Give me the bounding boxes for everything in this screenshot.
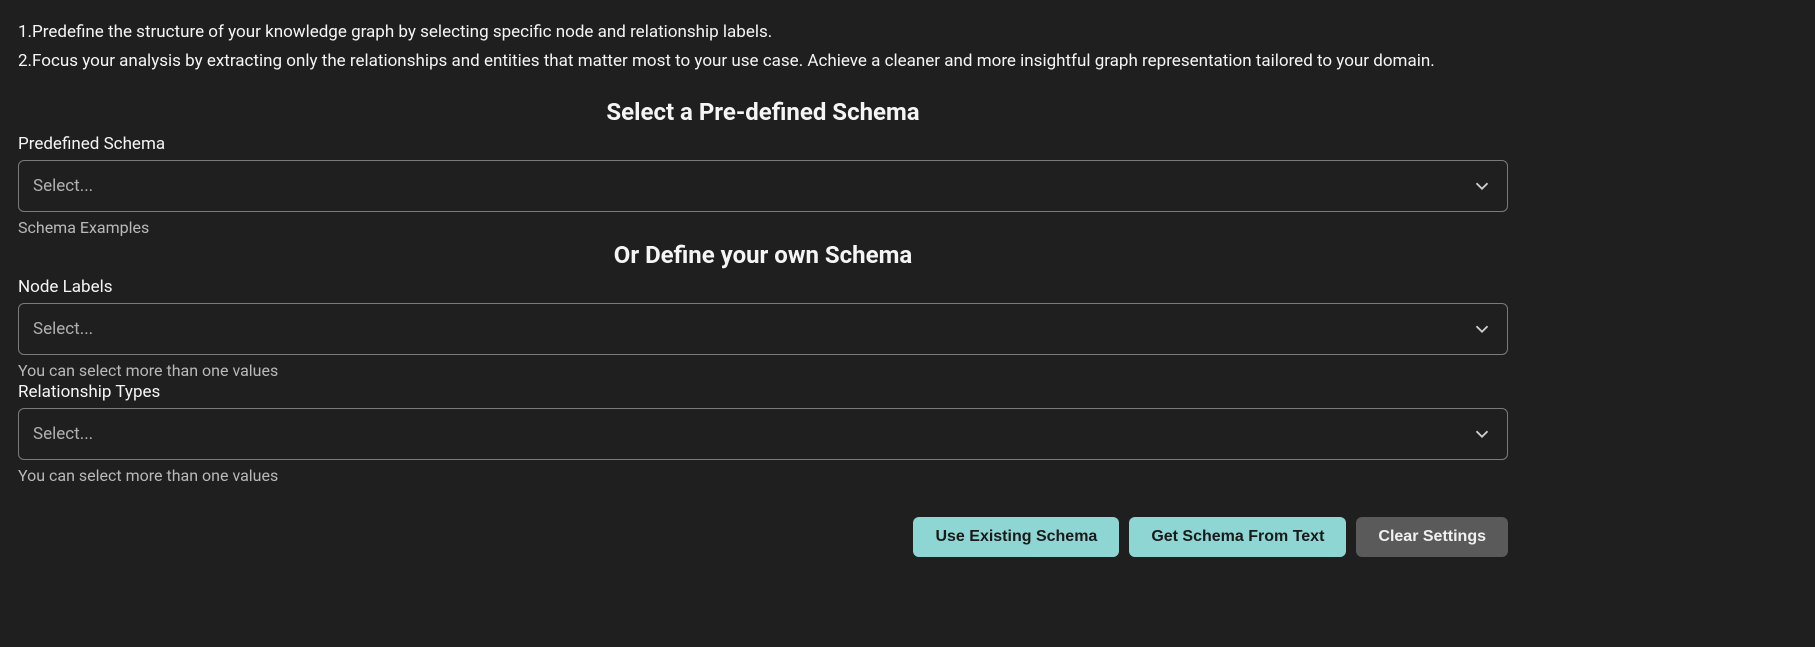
predefined-schema-placeholder: Select... xyxy=(33,176,93,196)
relationship-types-placeholder: Select... xyxy=(33,424,93,444)
predefined-schema-label: Predefined Schema xyxy=(18,134,1797,154)
get-schema-from-text-button[interactable]: Get Schema From Text xyxy=(1129,517,1346,557)
instructions-block: 1.Predefine the structure of your knowle… xyxy=(18,18,1797,76)
relationship-types-select[interactable]: Select... xyxy=(18,408,1508,460)
relationship-types-label: Relationship Types xyxy=(18,382,1797,402)
node-labels-helper: You can select more than one values xyxy=(18,361,1797,380)
predefined-schema-select[interactable]: Select... xyxy=(18,160,1508,212)
instruction-line-1: 1.Predefine the structure of your knowle… xyxy=(18,18,1797,47)
chevron-down-icon xyxy=(1471,175,1493,197)
predefined-schema-helper: Schema Examples xyxy=(18,218,1797,237)
node-labels-select[interactable]: Select... xyxy=(18,303,1508,355)
instruction-line-2: 2.Focus your analysis by extracting only… xyxy=(18,47,1797,76)
own-schema-heading: Or Define your own Schema xyxy=(18,241,1508,269)
node-labels-label: Node Labels xyxy=(18,277,1797,297)
node-labels-placeholder: Select... xyxy=(33,319,93,339)
relationship-types-helper: You can select more than one values xyxy=(18,466,1797,485)
use-existing-schema-button[interactable]: Use Existing Schema xyxy=(913,517,1119,557)
predefined-schema-heading: Select a Pre-defined Schema xyxy=(18,98,1508,126)
chevron-down-icon xyxy=(1471,423,1493,445)
clear-settings-button[interactable]: Clear Settings xyxy=(1356,517,1508,557)
action-buttons-row: Use Existing Schema Get Schema From Text… xyxy=(18,517,1508,557)
chevron-down-icon xyxy=(1471,318,1493,340)
